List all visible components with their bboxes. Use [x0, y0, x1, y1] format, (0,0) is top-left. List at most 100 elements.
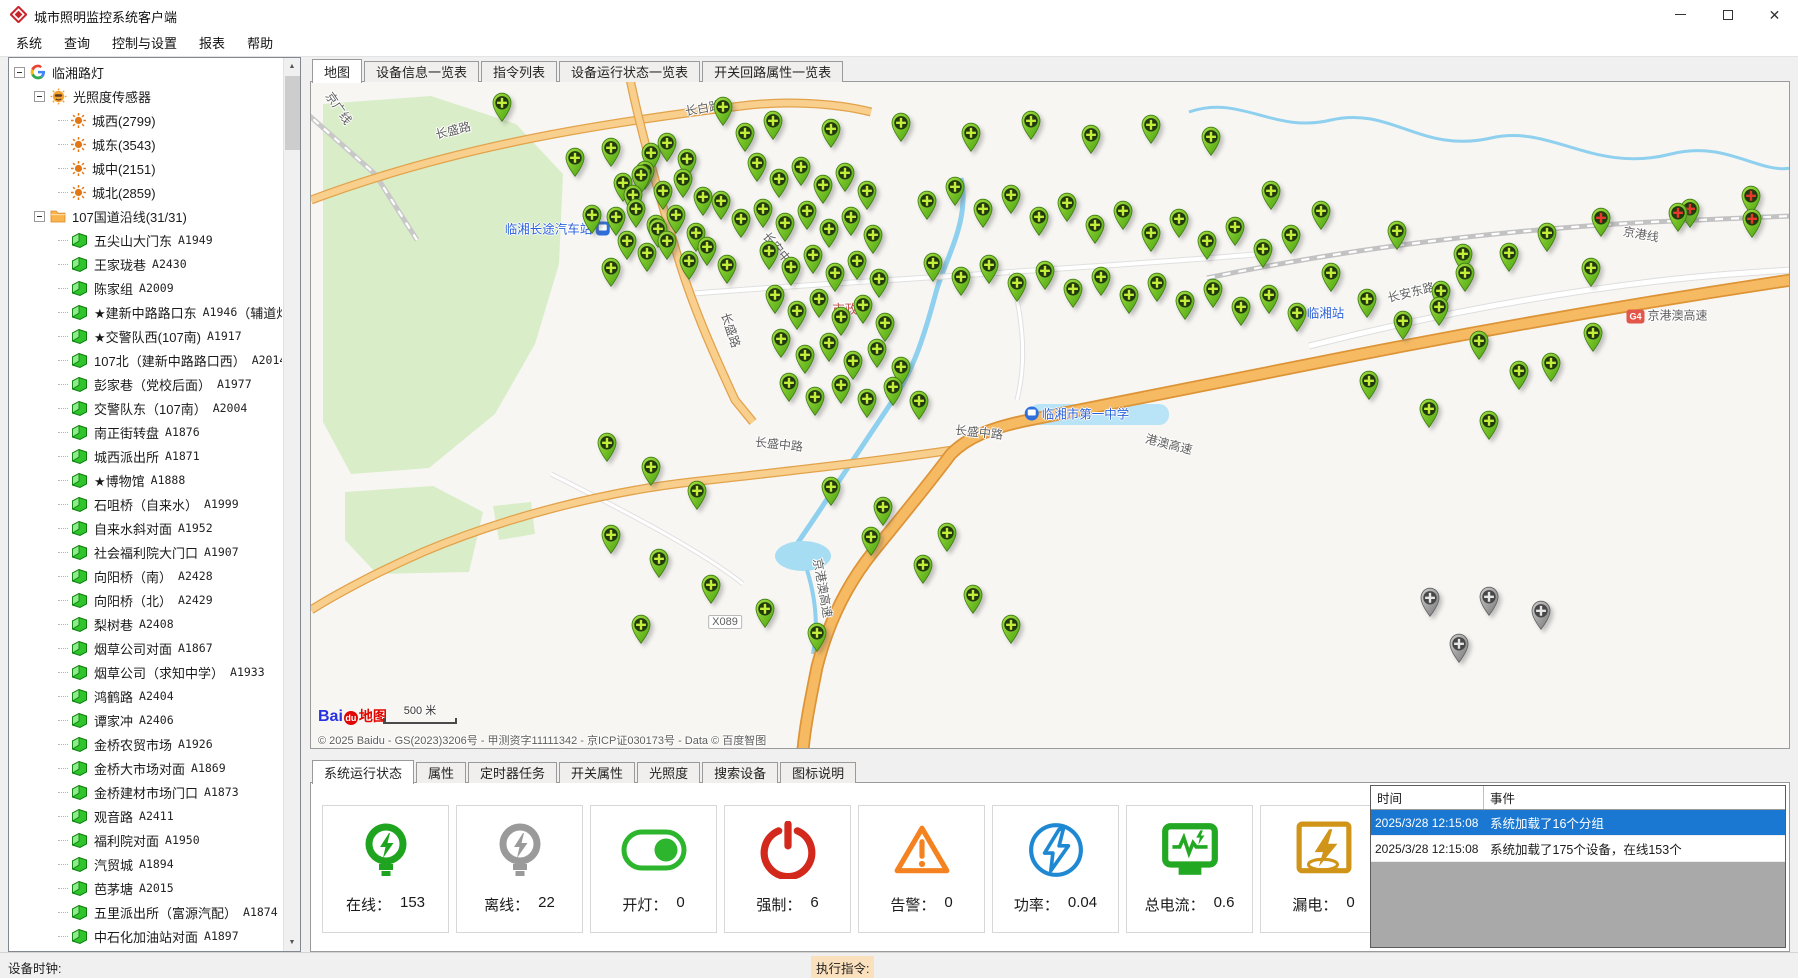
- map-marker-green-54[interactable]: [794, 344, 816, 374]
- map-tab-2[interactable]: 指令列表: [481, 61, 557, 82]
- map-marker-green-133[interactable]: [890, 112, 912, 142]
- map-marker-green-42[interactable]: [780, 256, 802, 286]
- map-marker-green-107[interactable]: [1454, 262, 1476, 292]
- map-marker-green-53[interactable]: [770, 328, 792, 358]
- map-marker-green-115[interactable]: [686, 480, 708, 510]
- bottom-tab-6[interactable]: 图标说明: [780, 762, 856, 783]
- menu-item-1[interactable]: 查询: [53, 28, 101, 57]
- bottom-tab-3[interactable]: 开关属性: [559, 762, 635, 783]
- minimize-button[interactable]: [1657, 0, 1704, 29]
- map-marker-green-108[interactable]: [1498, 242, 1520, 272]
- tree-item-device-11[interactable]: 石咀桥（自来水）A1999: [10, 492, 282, 516]
- map-marker-green-27[interactable]: [716, 254, 738, 284]
- menu-item-3[interactable]: 报表: [188, 28, 236, 57]
- map-marker-green-22[interactable]: [616, 230, 638, 260]
- map-marker-green-92[interactable]: [1286, 302, 1308, 332]
- tree-root[interactable]: 临湘路灯: [10, 60, 282, 84]
- map-marker-green-132[interactable]: [820, 118, 842, 148]
- map-marker-green-51[interactable]: [852, 294, 874, 324]
- map-marker-green-98[interactable]: [1508, 360, 1530, 390]
- tree-item-device-15[interactable]: 向阳桥（北）A2429: [10, 588, 282, 612]
- map-tab-0[interactable]: 地图: [312, 59, 362, 83]
- map-marker-green-29[interactable]: [746, 152, 768, 182]
- tree-item-device-1[interactable]: 王家珑巷A2430: [10, 252, 282, 276]
- map-marker-green-25[interactable]: [678, 250, 700, 280]
- tree-item-device-9[interactable]: 城西派出所A1871: [10, 444, 282, 468]
- map-marker-green-24[interactable]: [656, 230, 678, 260]
- tree-item-device-26[interactable]: 汽贸城A1894: [10, 852, 282, 876]
- map-marker-green-39[interactable]: [840, 206, 862, 236]
- tree-item-device-24[interactable]: 观音路A2411: [10, 804, 282, 828]
- map-marker-green-90[interactable]: [1230, 296, 1252, 326]
- map-marker-green-111[interactable]: [1260, 180, 1282, 210]
- tree-item-device-19[interactable]: 鸿鹤路A2404: [10, 684, 282, 708]
- map-marker-green-93[interactable]: [1320, 262, 1342, 292]
- tree-item-device-13[interactable]: 社会福利院大门口A1907: [10, 540, 282, 564]
- tree-item-device-17[interactable]: 烟草公司对面A1867: [10, 636, 282, 660]
- map-marker-green-69[interactable]: [1028, 206, 1050, 236]
- map-marker-green-41[interactable]: [758, 240, 780, 270]
- tree-item-sensor-3[interactable]: 城北(2859): [10, 180, 282, 204]
- map-marker-green-48[interactable]: [786, 300, 808, 330]
- tree-item-device-6[interactable]: 彭家巷（党校后面）A1977: [10, 372, 282, 396]
- map-marker-green-63[interactable]: [882, 376, 904, 406]
- tree-item-device-23[interactable]: 金桥建材市场门口A1873: [10, 780, 282, 804]
- map-marker-red-4[interactable]: [1741, 208, 1763, 238]
- close-button[interactable]: ✕: [1751, 0, 1798, 29]
- map-marker-green-45[interactable]: [846, 250, 868, 280]
- map-marker-green-21[interactable]: [730, 208, 752, 238]
- tree-item-device-16[interactable]: 梨树巷A2408: [10, 612, 282, 636]
- bottom-tab-5[interactable]: 搜索设备: [702, 762, 778, 783]
- map-marker-green-83[interactable]: [1034, 260, 1056, 290]
- map-marker-green-31[interactable]: [790, 156, 812, 186]
- map-marker-green-66[interactable]: [944, 176, 966, 206]
- map-marker-green-113[interactable]: [596, 432, 618, 462]
- map-marker-green-37[interactable]: [796, 200, 818, 230]
- map-tab-3[interactable]: 设备运行状态一览表: [559, 61, 700, 82]
- tree-group-sensors[interactable]: 光照度传感器: [10, 84, 282, 108]
- map-marker-green-104[interactable]: [1386, 220, 1408, 250]
- map-marker-green-28[interactable]: [600, 257, 622, 287]
- scroll-down-arrow[interactable]: ▼: [284, 934, 300, 951]
- tree-item-device-29[interactable]: 中石化加油站对面A1897: [10, 924, 282, 948]
- maximize-button[interactable]: [1704, 0, 1751, 29]
- map-marker-green-86[interactable]: [1118, 284, 1140, 314]
- map-marker-green-136[interactable]: [1080, 124, 1102, 154]
- map-marker-green-117[interactable]: [648, 548, 670, 578]
- map-marker-green-16[interactable]: [625, 198, 647, 228]
- tree-scrollbar[interactable]: ▲ ▼: [283, 58, 300, 951]
- map-marker-green-134[interactable]: [960, 122, 982, 152]
- map-marker-green-130[interactable]: [712, 96, 734, 126]
- map-marker-green-20[interactable]: [710, 190, 732, 220]
- map-marker-green-97[interactable]: [1468, 330, 1490, 360]
- map-marker-green-73[interactable]: [1140, 222, 1162, 252]
- map-marker-green-128[interactable]: [936, 522, 958, 552]
- map-marker-green-35[interactable]: [752, 198, 774, 228]
- map-marker-green-72[interactable]: [1112, 200, 1134, 230]
- map-marker-green-78[interactable]: [1280, 224, 1302, 254]
- bottom-tab-0[interactable]: 系统运行状态: [312, 760, 414, 784]
- tree-item-device-8[interactable]: 南正街转盘A1876: [10, 420, 282, 444]
- bottom-tab-2[interactable]: 定时器任务: [468, 762, 557, 783]
- tree-item-device-20[interactable]: 谭家冲A2406: [10, 708, 282, 732]
- map-marker-green-119[interactable]: [754, 598, 776, 628]
- map-marker-green-138[interactable]: [1200, 126, 1222, 156]
- map-marker-green-131[interactable]: [762, 110, 784, 140]
- map-marker-green-129[interactable]: [734, 122, 756, 152]
- map-marker-green-91[interactable]: [1258, 284, 1280, 314]
- map-marker-green-101[interactable]: [1478, 410, 1500, 440]
- tree-item-sensor-1[interactable]: 城东(3543): [10, 132, 282, 156]
- event-row-0[interactable]: 2025/3/28 12:15:08系统加载了16个分组: [1371, 810, 1785, 836]
- map-marker-green-64[interactable]: [908, 390, 930, 420]
- map-marker-green-59[interactable]: [778, 372, 800, 402]
- tree-item-device-27[interactable]: 芭茅塘A2015: [10, 876, 282, 900]
- map-marker-green-80[interactable]: [950, 266, 972, 296]
- bottom-tab-1[interactable]: 属性: [416, 762, 466, 783]
- map-tab-1[interactable]: 设备信息一览表: [364, 61, 479, 82]
- bottom-tab-4[interactable]: 光照度: [637, 762, 700, 783]
- map-marker-green-55[interactable]: [818, 332, 840, 362]
- collapse-box-icon[interactable]: [14, 67, 25, 78]
- map-marker-green-60[interactable]: [804, 386, 826, 416]
- map-marker-green-89[interactable]: [1202, 278, 1224, 308]
- map-marker-green-87[interactable]: [1146, 272, 1168, 302]
